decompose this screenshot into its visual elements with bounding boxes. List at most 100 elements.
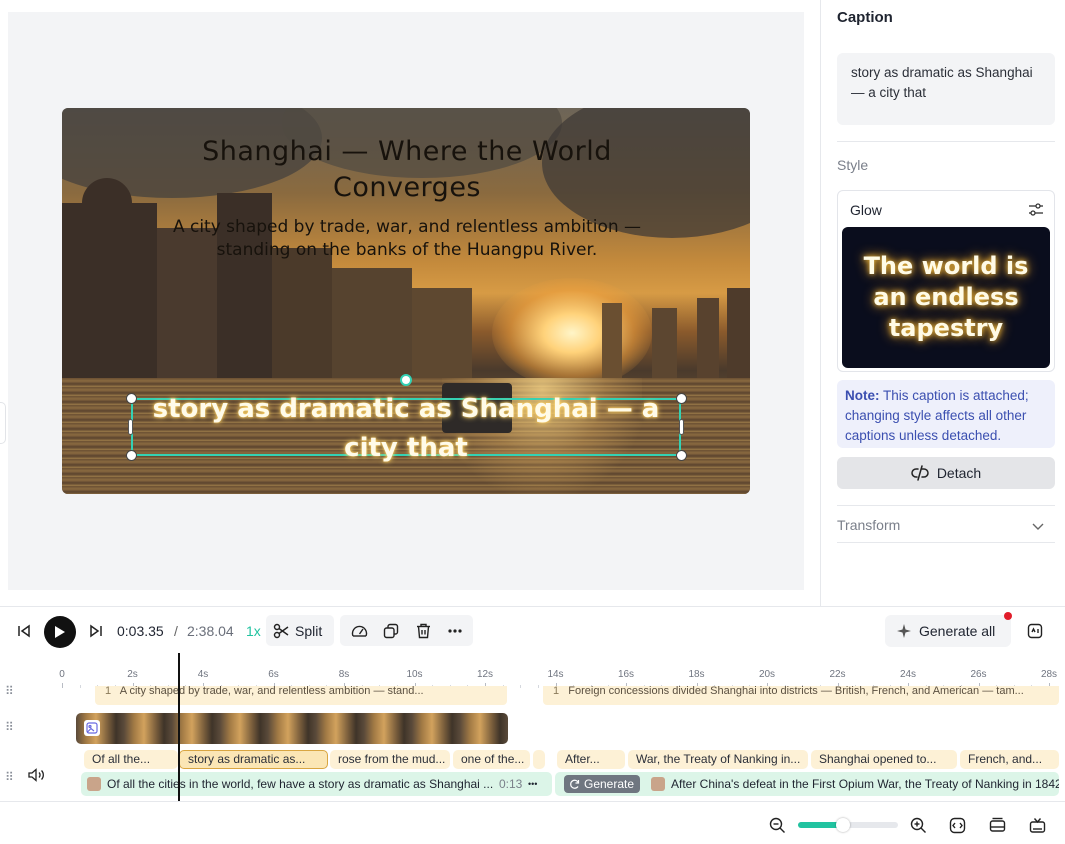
split-label: Split (295, 622, 323, 639)
style-section-label: Style (837, 157, 869, 173)
resize-handle-right[interactable] (679, 419, 684, 435)
drag-handle-icon[interactable]: ⠿ (5, 684, 14, 698)
caption-clip[interactable]: Of all the... (84, 750, 178, 769)
caption-clip[interactable]: one of the... (453, 750, 530, 769)
play-icon (55, 626, 65, 638)
timeline-tick-label: 24s (899, 669, 917, 680)
more-options-icon[interactable] (445, 621, 465, 641)
properties-panel: Caption story as dramatic as Shanghai — … (820, 0, 1065, 606)
left-panel-toggle[interactable] (0, 402, 6, 444)
image-clip-icon (84, 720, 100, 736)
style-preview[interactable]: The world is an endless tapestry (842, 227, 1050, 368)
playhead[interactable] (178, 653, 180, 801)
drag-handle-icon[interactable]: ⠿ (5, 770, 14, 784)
building-shape (602, 303, 622, 388)
caption-clip[interactable]: rose from the mud... (330, 750, 450, 769)
caption-text-editor[interactable]: story as dramatic as Shanghai — a city t… (837, 53, 1055, 125)
text-track-label: A city shaped by trade, war, and relentl… (119, 686, 424, 697)
zoom-slider[interactable] (798, 818, 898, 832)
timeline-tick-label: 10s (406, 669, 423, 680)
caption-clip[interactable]: After... (557, 750, 625, 769)
zoom-slider-knob[interactable] (836, 818, 850, 832)
time-separator: / (174, 623, 178, 639)
timeline-tick-label: 12s (476, 669, 494, 680)
speaker-avatar (651, 777, 665, 791)
video-subtitle[interactable]: A city shaped by trade, war, and relentl… (162, 216, 652, 262)
generate-all-label: Generate all (919, 623, 996, 639)
transform-section-toggle[interactable]: Transform (837, 506, 1055, 542)
playback-speed[interactable]: 1x (246, 623, 261, 639)
timeline-tick-label: 6s (268, 669, 279, 680)
scissors-icon (273, 623, 289, 639)
audio-clip[interactable]: Of all the cities in the world, few have… (81, 772, 552, 796)
timeline-tick-label: 4s (197, 669, 209, 680)
style-card[interactable]: Glow The world is an endless tapestry (837, 190, 1055, 372)
timeline[interactable]: 0 2s 4s 6s 8s 10s 12s 14s 16s 18s 20s 22s 24s 26s 28s … (0, 653, 1065, 801)
resize-handle-bottom-right[interactable] (676, 450, 687, 461)
speaker-avatar (87, 777, 101, 791)
text-track-clip[interactable]: 1 A city shaped by trade, war, and relen… (95, 686, 507, 705)
note-box: Note: This caption is attached; changing… (837, 380, 1055, 448)
preview-caption[interactable]: story as dramatic as Shanghai — a city t… (130, 390, 682, 468)
duplicate-icon[interactable] (381, 621, 401, 641)
building-shape (412, 288, 472, 388)
note-label: Note: (845, 388, 880, 403)
resize-handle-top-left[interactable] (126, 393, 137, 404)
zoom-out-icon[interactable] (768, 816, 786, 834)
skip-forward-icon[interactable] (87, 622, 105, 640)
play-button[interactable] (44, 616, 76, 648)
timeline-tick-label: 0 (59, 669, 65, 680)
trash-icon[interactable] (413, 621, 433, 641)
divider (837, 542, 1055, 543)
timeline-minor-tick (537, 685, 539, 688)
caption-clip[interactable]: War, the Treaty of Nanking in... (628, 750, 808, 769)
split-button[interactable]: Split (266, 615, 334, 646)
caption-clip[interactable]: Shanghai opened to... (811, 750, 957, 769)
building-shape (697, 298, 719, 388)
total-time: 2:38.04 (187, 623, 234, 639)
volume-icon[interactable] (27, 767, 45, 783)
edit-tools (340, 615, 473, 646)
caption-clip-selected[interactable]: story as dramatic as... (179, 750, 328, 769)
drag-handle-icon[interactable]: ⠿ (5, 720, 14, 734)
layers-icon[interactable] (988, 816, 1006, 834)
resize-handle-left[interactable] (128, 419, 133, 435)
tv-icon[interactable] (1028, 816, 1046, 834)
ai-panel-icon[interactable] (1025, 621, 1045, 641)
timeline-tick-label: 16s (617, 669, 635, 680)
panel-title: Caption (837, 9, 893, 26)
resize-handle-top-right[interactable] (676, 393, 687, 404)
video-clip[interactable] (76, 713, 508, 744)
timeline-ruler[interactable]: 0 2s 4s 6s 8s 10s 12s 14s 16s 18s 20s 22s 24s 26s 28s (0, 653, 1065, 689)
audio-clip-text: Of all the cities in the world, few have… (107, 777, 494, 791)
skip-back-icon[interactable] (15, 622, 33, 640)
timeline-tick-label: 28s (1040, 669, 1058, 680)
generate-label: Generate (584, 777, 635, 791)
style-settings-icon[interactable] (1027, 201, 1045, 219)
sun-glow (492, 278, 652, 388)
building-shape (272, 248, 332, 388)
generate-audio-button[interactable]: Generate (564, 775, 640, 793)
rotate-handle[interactable] (400, 374, 412, 386)
detach-button[interactable]: Detach (837, 457, 1055, 489)
chevron-down-icon (1031, 518, 1045, 536)
style-name: Glow (850, 202, 882, 218)
video-title[interactable]: Shanghai — Where the World Converges (157, 134, 657, 206)
resize-handle-bottom-left[interactable] (126, 450, 137, 461)
timeline-footer (0, 801, 1065, 844)
audio-clip[interactable]: Generate After China's defeat in the Fir… (555, 772, 1059, 796)
fit-timeline-icon[interactable] (948, 816, 966, 834)
refresh-icon (570, 779, 580, 789)
audio-more-icon[interactable]: ••• (528, 772, 537, 796)
current-time: 0:03.35 (117, 623, 164, 639)
text-track-clip[interactable]: 1 Foreign concessions divided Shanghai i… (543, 686, 1059, 705)
speed-gauge-icon[interactable] (349, 621, 369, 641)
generate-all-button[interactable]: Generate all (885, 615, 1011, 647)
timeline-minor-tick (79, 685, 81, 688)
timeline-tick-label: 14s (547, 669, 564, 680)
audio-duration: 0:13 (499, 777, 523, 791)
zoom-in-icon[interactable] (909, 816, 927, 834)
caption-clip[interactable] (533, 750, 545, 769)
playback-toolbar: 0:03.35 / 2:38.04 1x Split Generate all (0, 606, 1065, 653)
caption-clip[interactable]: French, and... (960, 750, 1059, 769)
